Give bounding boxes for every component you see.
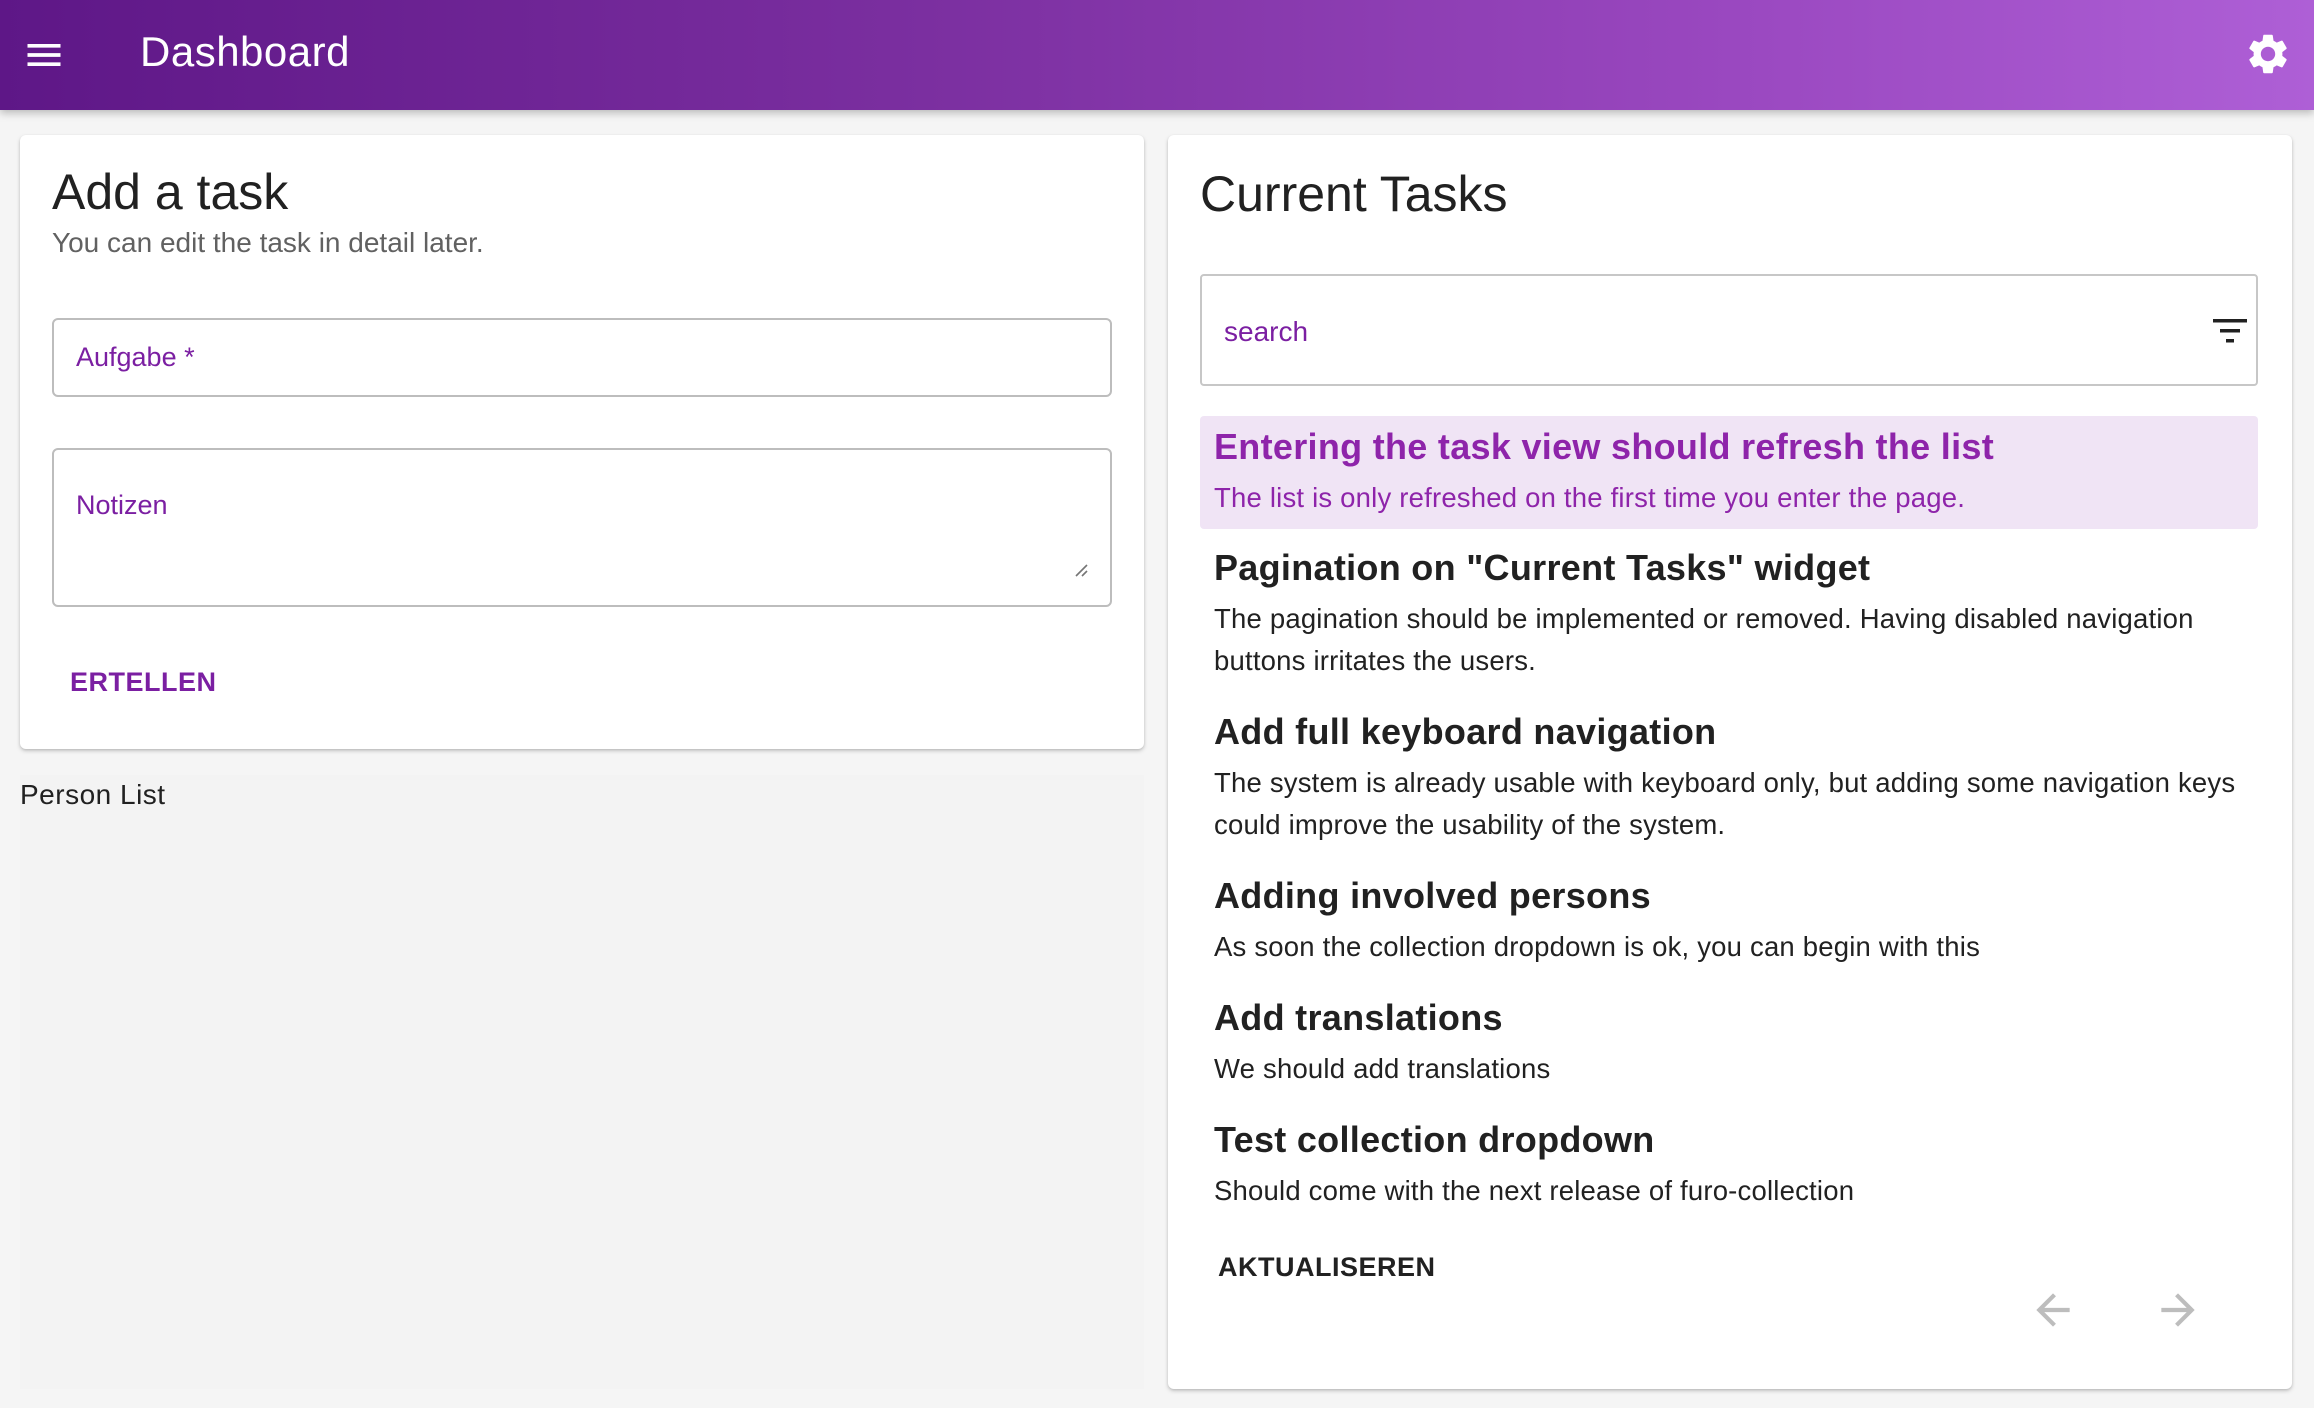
app-title: Dashboard	[140, 28, 350, 75]
task-field[interactable]: Aufgabe *	[52, 318, 1112, 397]
task-list-item[interactable]: Add full keyboard navigation The system …	[1200, 703, 2258, 865]
menu-icon[interactable]	[22, 33, 66, 77]
resize-handle-icon[interactable]	[1072, 561, 1088, 577]
current-tasks-card: Current Tasks Entering the task view sho…	[1168, 135, 2292, 1389]
add-task-title: Add a task	[52, 164, 289, 220]
filter-icon[interactable]	[2210, 314, 2250, 348]
task-item-description: As soon the collection dropdown is ok, y…	[1214, 931, 1981, 962]
task-item-title: Pagination on "Current Tasks" widget	[1214, 547, 1871, 588]
task-list-item[interactable]: Entering the task view should refresh th…	[1200, 416, 2258, 529]
create-button[interactable]: ERTELLEN	[70, 667, 217, 698]
person-list-panel: Person List	[20, 775, 1144, 1389]
task-list-item[interactable]: Pagination on "Current Tasks" widget The…	[1200, 539, 2258, 701]
task-item-description: Should come with the next release of fur…	[1214, 1175, 1855, 1206]
add-task-subtitle: You can edit the task in detail later.	[52, 227, 484, 258]
add-task-card: Add a task You can edit the task in deta…	[20, 135, 1144, 749]
notes-field-label: Notizen	[76, 490, 168, 520]
search-box	[1200, 274, 2258, 386]
task-item-description: The pagination should be implemented or …	[1214, 603, 2194, 676]
task-item-description: The system is already usable with keyboa…	[1214, 767, 2236, 840]
arrow-left-icon[interactable]	[2028, 1285, 2078, 1335]
task-list-item[interactable]: Add translations We should add translati…	[1200, 989, 2258, 1109]
task-item-title: Adding involved persons	[1214, 875, 1651, 916]
gear-icon[interactable]	[2244, 30, 2292, 78]
task-item-title: Add translations	[1214, 997, 1503, 1038]
task-item-description: We should add translations	[1214, 1053, 1551, 1084]
task-list-item[interactable]: Adding involved persons As soon the coll…	[1200, 867, 2258, 987]
arrow-right-icon[interactable]	[2153, 1285, 2203, 1335]
task-field-label: Aufgabe *	[76, 342, 195, 372]
notes-field[interactable]: Notizen	[52, 448, 1112, 607]
task-list-item[interactable]: Test collection dropdown Should come wit…	[1200, 1111, 2258, 1231]
refresh-button[interactable]: AKTUALISEREN	[1218, 1252, 1436, 1283]
task-item-title: Entering the task view should refresh th…	[1214, 426, 1994, 467]
task-item-description: The list is only refreshed on the first …	[1214, 482, 1966, 513]
task-item-title: Test collection dropdown	[1214, 1119, 1655, 1160]
current-tasks-title: Current Tasks	[1200, 166, 1508, 222]
app-bar: Dashboard	[0, 0, 2314, 110]
person-list-title: Person List	[20, 779, 166, 810]
search-input[interactable]	[1224, 312, 2124, 352]
task-item-title: Add full keyboard navigation	[1214, 711, 1717, 752]
